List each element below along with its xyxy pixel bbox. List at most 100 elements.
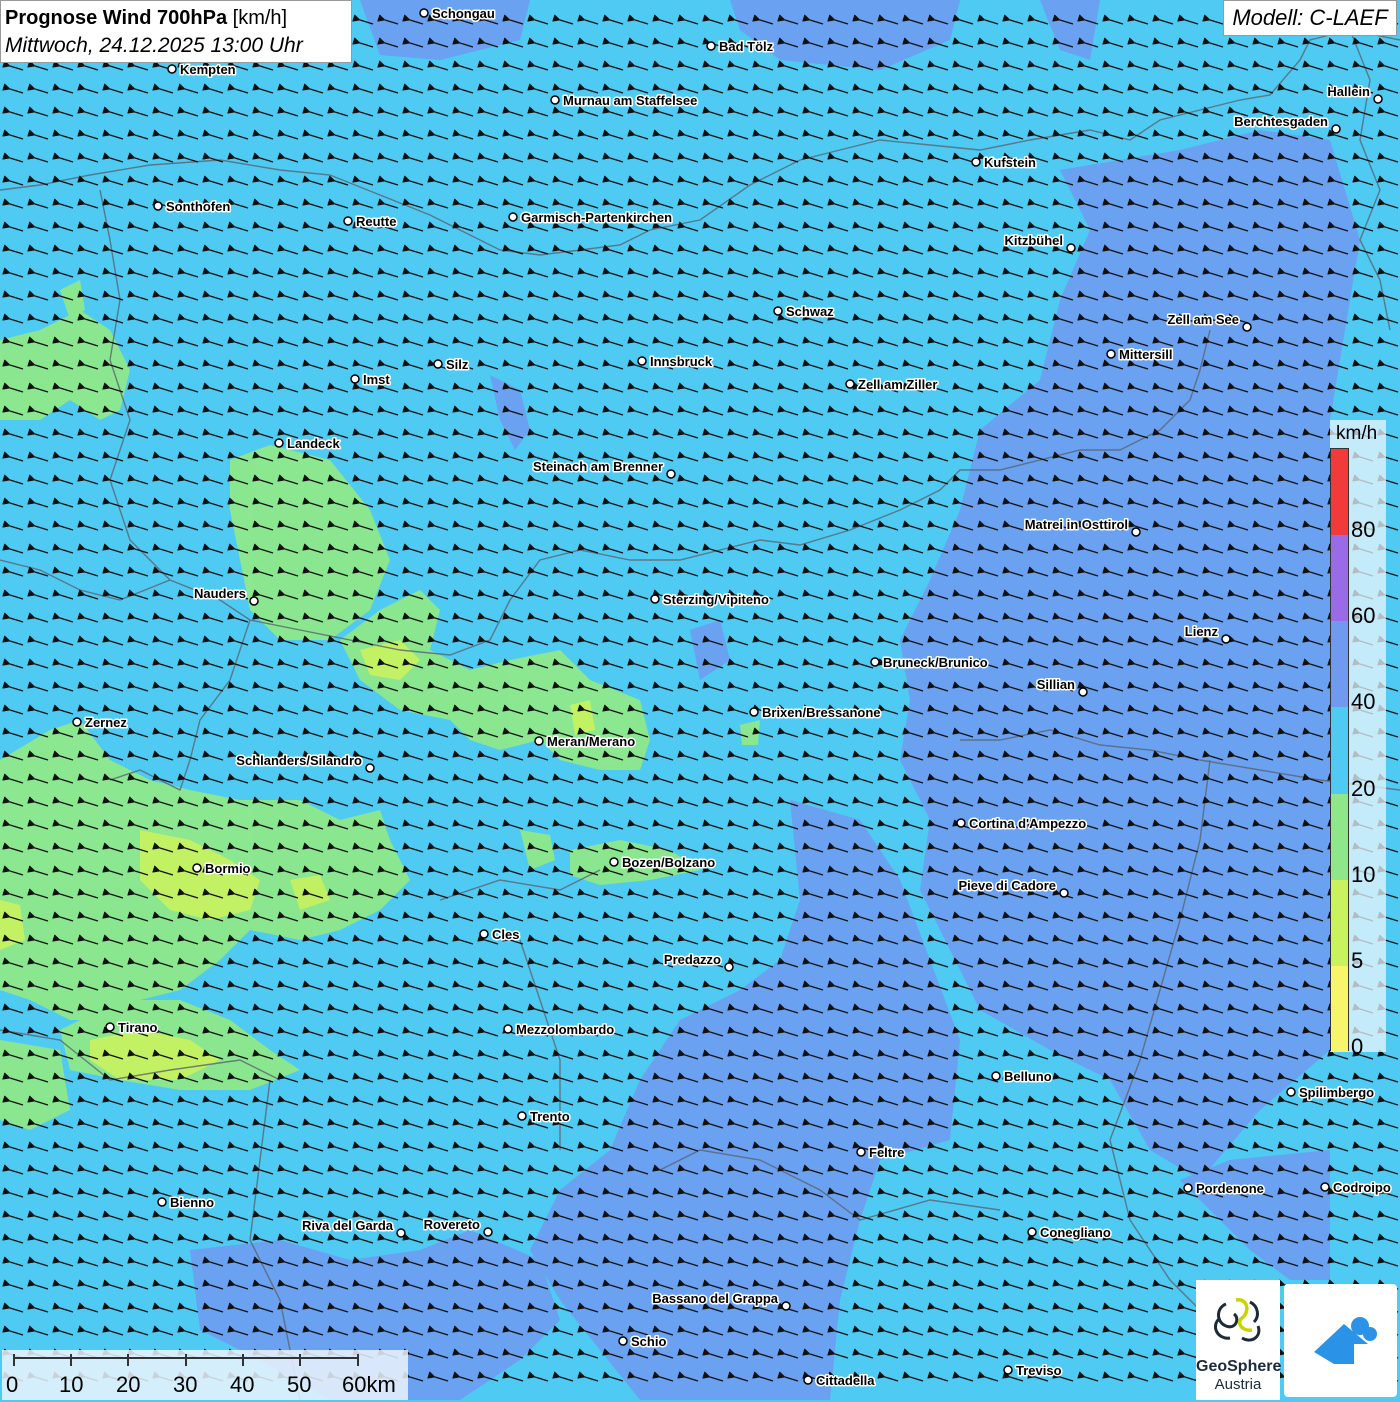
city-label: Sillian [1037,677,1075,692]
city-sterzing-vipiteno[interactable]: Sterzing/Vipiteno [650,591,770,609]
city-label: Schwaz [786,304,834,319]
city-dot [1221,634,1231,644]
city-dot [1242,322,1252,332]
geosphere-name: GeoSphere [1196,1358,1282,1375]
weather-app-icon[interactable] [1284,1284,1397,1397]
city-dot [845,379,855,389]
city-label: Trento [530,1109,570,1124]
city-label: Murnau am Staffelsee [563,93,697,108]
city-label: Garmisch-Partenkirchen [521,210,672,225]
city-spilimbergo[interactable]: Spilimbergo [1286,1084,1376,1102]
legend-segment [1331,793,1348,880]
city-dot [637,356,647,366]
city-brixen-bressanone[interactable]: Brixen/Bressanone [749,704,882,722]
city-schongau[interactable]: Schongau [419,5,496,23]
city-dot [870,657,880,667]
city-mezzolombardo[interactable]: Mezzolombardo [503,1021,616,1039]
city-label: Berchtesgaden [1234,114,1328,129]
city-murnau-am-staffelsee[interactable]: Murnau am Staffelsee [550,92,699,110]
city-dot [1003,1365,1013,1375]
city-label: Conegliano [1040,1225,1111,1240]
city-label: Bruneck/Brunico [883,655,988,670]
geosphere-country: Austria [1214,1376,1262,1393]
legend-segment [1331,535,1348,622]
city-dot [153,201,163,211]
scale-label: 50 [287,1372,312,1397]
city-label: Schio [631,1334,666,1349]
city-label: Rovereto [424,1217,480,1232]
scale-label: 60km [342,1372,396,1397]
scale-label: 0 [6,1372,19,1397]
city-dot [773,306,783,316]
city-dot [350,374,360,384]
legend-level-label: 60 [1351,603,1376,629]
geosphere-logo[interactable]: GeoSphere Austria [1196,1280,1282,1400]
city-label: Cles [492,927,519,942]
city-dot [192,863,202,873]
city-label: Landeck [287,436,341,451]
city-dot [550,95,560,105]
map-title-unit: [km/h] [232,7,288,29]
city-label: Brixen/Bressanone [762,705,881,720]
city-conegliano[interactable]: Conegliano [1027,1224,1112,1242]
wind-map[interactable]: Schongau Bad Tölz Kempten Murnau am Staffel… [0,0,1400,1400]
city-dot [274,438,284,448]
city-dot [396,1228,406,1238]
city-dot [856,1147,866,1157]
city-garmisch-partenkirchen[interactable]: Garmisch-Partenkirchen [508,209,674,227]
city-cortina-d-ampezzo[interactable]: Cortina d'Ampezzo [956,815,1088,833]
city-label: Bassano del Grappa [652,1291,778,1306]
city-label: Spilimbergo [1299,1085,1374,1100]
city-label: Cittadella [816,1373,875,1388]
city-dot [479,929,489,939]
legend-level-label: 40 [1351,689,1376,715]
city-label: Tirano [118,1020,158,1035]
city-dot [991,1071,1001,1081]
city-label: Schongau [432,6,495,21]
city-label: Belluno [1004,1069,1052,1084]
city-dot [1183,1183,1193,1193]
city-dot [706,41,716,51]
city-label: Zell am Ziller [858,377,937,392]
scale-label: 10 [59,1372,84,1397]
city-bruneck-brunico[interactable]: Bruneck/Brunico [870,654,989,672]
city-label: Pordenone [1196,1181,1264,1196]
scale-label: 20 [116,1372,141,1397]
legend-level-label: 10 [1351,861,1376,887]
city-label: Bormio [205,861,251,876]
city-meran-merano[interactable]: Meran/Merano [534,733,637,751]
city-label: Nauders [194,586,246,601]
city-label: Bozen/Bolzano [622,855,715,870]
color-legend: km/h 0 5 10 20 40 60 80 [1330,420,1386,1059]
city-dot [343,216,353,226]
city-innsbruck[interactable]: Innsbruck [637,353,714,371]
model-label: Modell: C-LAEF [1223,0,1397,36]
city-dot [1331,124,1341,134]
legend-segment [1331,965,1348,1052]
city-zell-am-ziller[interactable]: Zell am Ziller [845,376,939,394]
city-label: Bad Tölz [719,39,774,54]
city-dot [534,736,544,746]
city-pordenone[interactable]: Pordenone [1183,1180,1265,1198]
legend-color-bar: 0 5 10 20 40 60 80 [1330,448,1375,1059]
city-dot [157,1197,167,1207]
city-dot [1066,243,1076,253]
city-label: Predazzo [664,952,721,967]
city-sonthofen[interactable]: Sonthofen [153,198,232,216]
city-label: Meran/Merano [547,734,635,749]
city-dot [666,469,676,479]
city-label: Hallein [1327,84,1370,99]
city-label: Mezzolombardo [516,1022,614,1037]
city-label: Reutte [356,214,396,229]
city-label: Bienno [170,1195,214,1210]
city-dot [781,1301,791,1311]
city-bozen-bolzano[interactable]: Bozen/Bolzano [609,854,717,872]
city-label: Kufstein [984,155,1036,170]
city-dot [167,64,177,74]
scale-label: 40 [230,1372,255,1397]
legend-segment [1331,621,1348,708]
city-label: Imst [363,372,390,387]
city-label: Sonthofen [166,199,230,214]
map-timestamp: Mittwoch, 24.12.2025 13:00 Uhr [5,34,303,57]
legend-level-label: 5 [1351,947,1364,973]
